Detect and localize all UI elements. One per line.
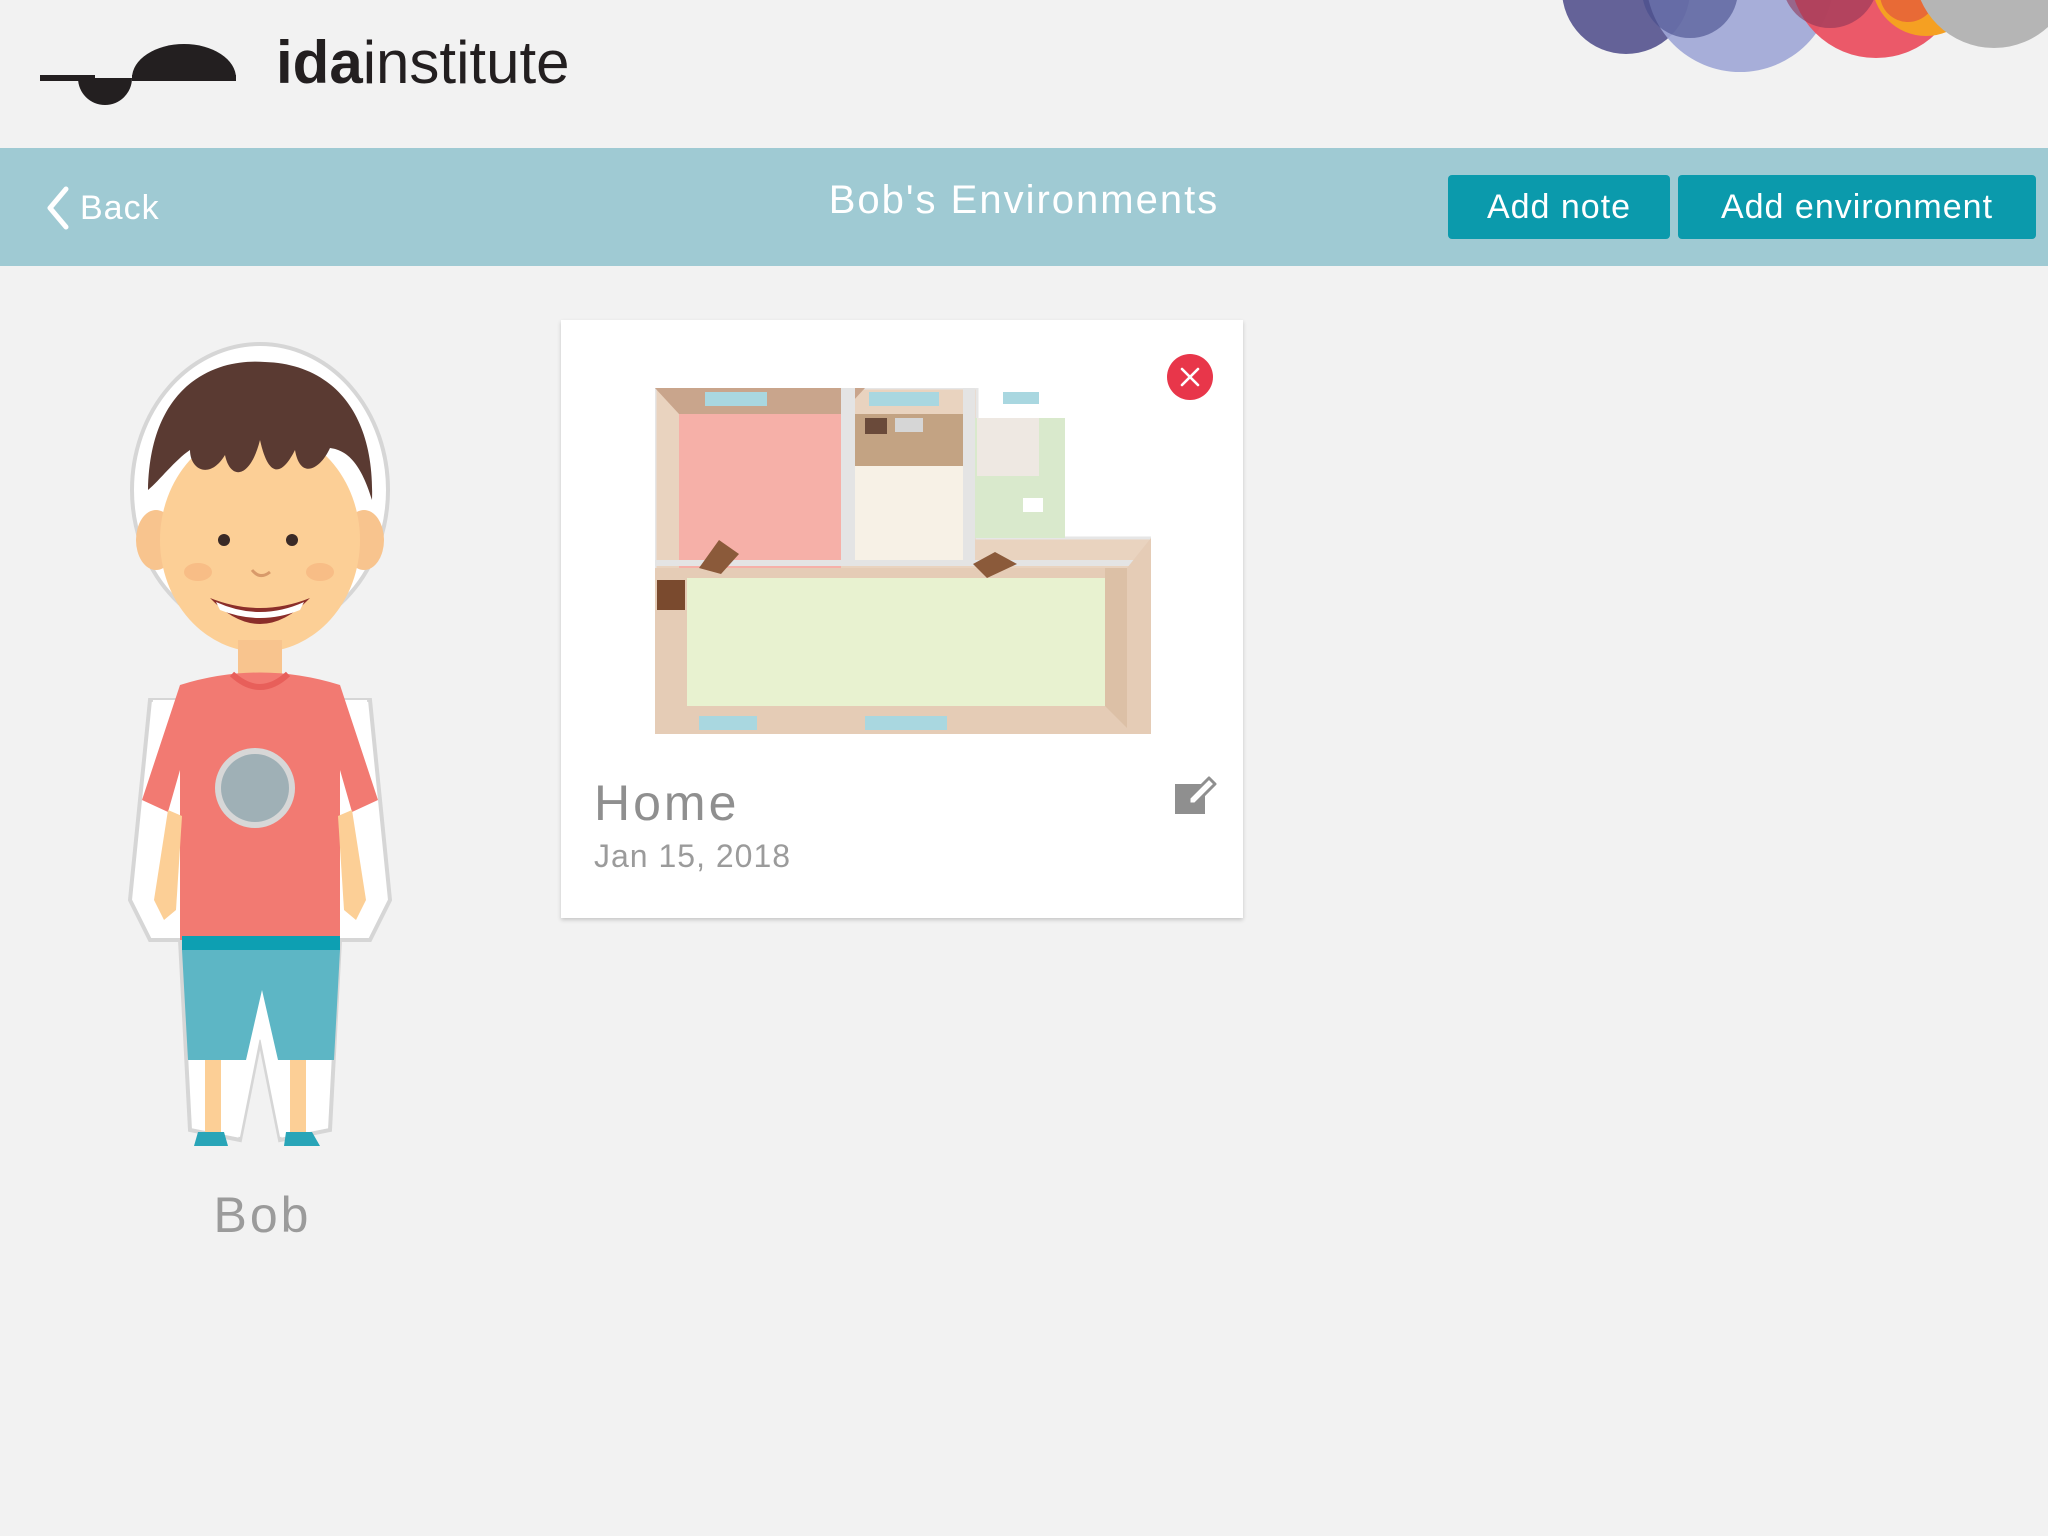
avatar [127, 342, 393, 1146]
environment-date: Jan 15, 2018 [594, 838, 792, 874]
close-icon [1180, 367, 1200, 387]
environment-card[interactable]: Home Jan 15, 2018 [561, 320, 1243, 918]
logo-icon [40, 44, 236, 105]
person-name: Bob [213, 1187, 312, 1243]
environment-title: Home [594, 775, 740, 831]
back-button[interactable]: Back [44, 180, 160, 236]
chevron-left-icon [47, 186, 69, 230]
decorative-circles [1562, 0, 2048, 72]
add-environment-button[interactable]: Add environment [1678, 175, 2036, 239]
top-bar: Back Bob's Environments Add note Add env… [0, 148, 2048, 266]
edit-icon[interactable] [1173, 774, 1217, 818]
app-header: idainstitute [0, 0, 2048, 148]
logo-text: idainstitute [276, 29, 570, 96]
delete-environment-button[interactable] [1167, 354, 1213, 400]
add-note-button[interactable]: Add note [1448, 175, 1670, 239]
back-label: Back [80, 188, 160, 227]
floorplan-image [655, 388, 1151, 734]
